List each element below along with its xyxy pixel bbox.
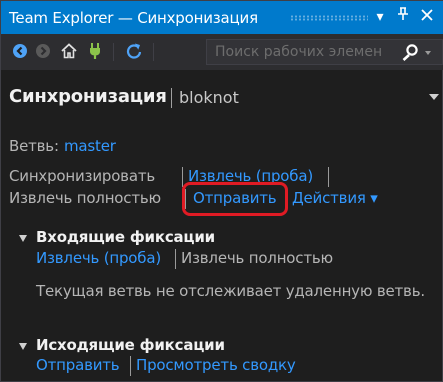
page-menu-chevron-down-icon[interactable] (429, 94, 439, 100)
page-title: Синхронизация (9, 86, 167, 107)
branch-link[interactable]: master (64, 137, 116, 155)
close-icon[interactable] (419, 7, 435, 27)
push-highlight-annotation (182, 182, 288, 216)
sync-label: Синхронизировать (9, 167, 155, 185)
actions-menu-label: Действия (292, 189, 366, 207)
incoming-fetch-link[interactable]: Извлечь (проба) (36, 249, 161, 267)
search-options-chevron-icon[interactable] (425, 51, 431, 55)
pin-glyph (398, 7, 408, 20)
separator (175, 249, 176, 269)
home-icon[interactable] (58, 40, 80, 62)
refresh-icon[interactable] (123, 40, 145, 62)
pin-icon[interactable] (396, 7, 410, 27)
chevron-down-icon: ▾ (370, 189, 378, 207)
search-input[interactable] (215, 43, 393, 61)
separator (130, 356, 131, 376)
title-bar[interactable]: Team Explorer — Синхронизация ▾ (1, 1, 443, 34)
back-arrow-icon[interactable] (9, 40, 31, 62)
outgoing-commits-title[interactable]: Исходящие фиксации (36, 336, 225, 354)
window-menu-dropdown-icon[interactable]: ▾ (373, 7, 387, 27)
incoming-commits-title[interactable]: Входящие фиксации (36, 228, 215, 246)
outgoing-push-link[interactable]: Отправить (36, 356, 120, 374)
search-icon[interactable] (399, 41, 421, 63)
toolbar (1, 34, 443, 70)
forward-arrow-icon[interactable] (32, 40, 54, 62)
plug-icon[interactable] (84, 40, 106, 62)
expand-outgoing-icon[interactable] (19, 343, 27, 350)
pull-link[interactable]: Извлечь полностью (9, 189, 161, 207)
page-header: Синхронизация bloknot (1, 70, 443, 120)
expand-incoming-icon[interactable] (19, 235, 27, 242)
repository-name: bloknot (179, 88, 239, 107)
toolbar-separator (113, 43, 114, 61)
toolbar-separator (153, 43, 154, 61)
header-divider (171, 88, 172, 108)
view-summary-link[interactable]: Просмотреть сводку (136, 356, 296, 374)
close-glyph (421, 9, 433, 21)
incoming-status-message: Текущая ветвь не отслеживает удаленную в… (36, 282, 425, 300)
separator (328, 167, 329, 187)
team-explorer-window: Team Explorer — Синхронизация ▾ Поиск ра… (0, 0, 443, 382)
branch-label: Ветвь: (9, 137, 59, 155)
window-title: Team Explorer — Синхронизация (9, 9, 258, 27)
search-box (206, 39, 443, 65)
actions-menu-link[interactable]: Действия ▾ (292, 189, 378, 207)
incoming-pull-link[interactable]: Извлечь полностью (181, 249, 333, 267)
drag-grip[interactable] (290, 15, 368, 21)
